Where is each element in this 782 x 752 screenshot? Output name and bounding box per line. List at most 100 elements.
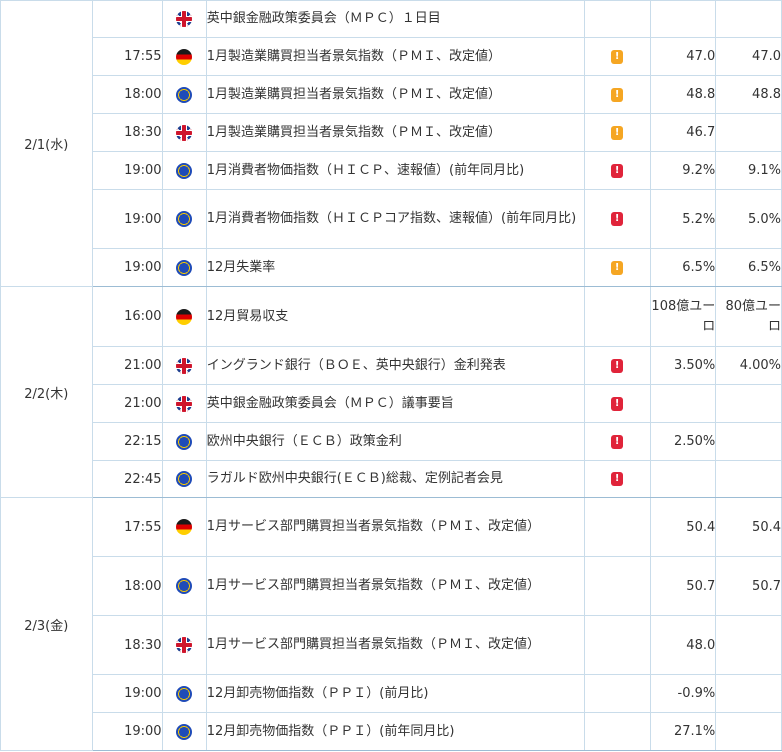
table-row: 2/1(水) 英中銀金融政策委員会（ＭＰＣ）１日目 bbox=[0, 0, 782, 287]
uk-flag-icon bbox=[176, 11, 193, 27]
forecast-value-cell: 80億ユーロ bbox=[715, 286, 782, 347]
country-flag-cell bbox=[161, 556, 207, 616]
high-importance-icon: ! bbox=[611, 358, 624, 373]
country-flag-cell bbox=[161, 674, 207, 713]
importance-cell: ! bbox=[583, 460, 651, 498]
previous-value-cell: 5.2% bbox=[649, 189, 717, 249]
high-importance-icon: ! bbox=[611, 163, 624, 178]
time-cell: 19:00 bbox=[91, 151, 163, 190]
forecast-value-cell bbox=[715, 615, 782, 675]
date-cell: 2/2(木) bbox=[0, 286, 93, 498]
table-row: 19:00 12月失業率! 6.5% 6.5% bbox=[1, 248, 782, 287]
time-cell: 19:00 bbox=[91, 674, 163, 713]
importance-cell bbox=[583, 615, 651, 675]
country-flag-cell bbox=[161, 248, 207, 287]
event-name-cell: 12月失業率 bbox=[205, 248, 585, 287]
previous-value-cell: 46.7 bbox=[649, 113, 717, 152]
germany-flag-icon bbox=[176, 519, 193, 535]
importance-cell bbox=[583, 556, 651, 616]
previous-value-cell bbox=[649, 0, 717, 38]
importance-cell: ! bbox=[583, 37, 651, 76]
importance-cell: ! bbox=[583, 113, 651, 152]
country-flag-cell bbox=[161, 151, 207, 190]
table-row: 18:30 1月製造業購買担当者景気指数（ＰＭＩ、改定値）! 46.7 bbox=[1, 113, 782, 152]
previous-value-cell: 50.4 bbox=[649, 497, 717, 557]
table-row: 22:45 ラガルド欧州中央銀行(ＥＣＢ)総裁、定例記者会見! bbox=[1, 460, 782, 498]
time-cell: 21:00 bbox=[91, 384, 163, 423]
table-row: 21:00 英中銀金融政策委員会（ＭＰＣ）議事要旨! bbox=[1, 384, 782, 423]
forecast-value-cell bbox=[715, 460, 782, 498]
event-name-cell: 1月製造業購買担当者景気指数（ＰＭＩ、改定値） bbox=[205, 113, 585, 152]
previous-value-cell: 3.50% bbox=[649, 346, 717, 385]
table-row: 18:00 1月製造業購買担当者景気指数（ＰＭＩ、改定値）! 48.8 48.8 bbox=[1, 75, 782, 114]
time-cell: 22:45 bbox=[91, 460, 163, 498]
importance-cell: ! bbox=[583, 422, 651, 461]
medium-importance-icon: ! bbox=[611, 125, 624, 140]
eu-flag-icon bbox=[176, 259, 193, 276]
event-name-cell: 1月消費者物価指数（ＨＩＣＰ、速報値）(前年同月比) bbox=[205, 151, 585, 190]
medium-importance-icon: ! bbox=[611, 87, 624, 102]
forecast-value-cell: 47.0 bbox=[715, 37, 782, 76]
time-cell: 19:00 bbox=[91, 712, 163, 751]
importance-cell: ! bbox=[583, 75, 651, 114]
country-flag-cell bbox=[161, 346, 207, 385]
time-cell: 17:55 bbox=[91, 37, 163, 76]
table-row: 19:00 1月消費者物価指数（ＨＩＣＰコア指数、速報値）(前年同月比)! 5.2%… bbox=[1, 189, 782, 249]
time-cell: 18:00 bbox=[91, 75, 163, 114]
forecast-value-cell bbox=[715, 384, 782, 423]
table-row: 22:15 欧州中央銀行（ＥＣＢ）政策金利! 2.50% bbox=[1, 422, 782, 461]
uk-flag-icon bbox=[176, 357, 193, 374]
event-name-cell: 欧州中央銀行（ＥＣＢ）政策金利 bbox=[205, 422, 585, 461]
previous-value-cell: 2.50% bbox=[649, 422, 717, 461]
event-name-cell: ラガルド欧州中央銀行(ＥＣＢ)総裁、定例記者会見 bbox=[205, 460, 585, 498]
importance-cell: ! bbox=[583, 346, 651, 385]
importance-cell: ! bbox=[583, 248, 651, 287]
forecast-value-cell: 4.00% bbox=[715, 346, 782, 385]
event-name-cell: 1月サービス部門購買担当者景気指数（ＰＭＩ、改定値） bbox=[205, 497, 585, 557]
time-cell bbox=[91, 0, 163, 38]
eu-flag-icon bbox=[176, 578, 193, 594]
table-row: 18:30 1月サービス部門購買担当者景気指数（ＰＭＩ、改定値） 48.0 bbox=[1, 615, 782, 675]
forecast-value-cell: 48.8 bbox=[715, 75, 782, 114]
eu-flag-icon bbox=[176, 86, 193, 103]
time-cell: 19:00 bbox=[91, 248, 163, 287]
importance-cell bbox=[583, 497, 651, 557]
high-importance-icon: ! bbox=[611, 434, 624, 449]
country-flag-cell bbox=[161, 422, 207, 461]
importance-cell bbox=[583, 0, 651, 38]
country-flag-cell bbox=[161, 384, 207, 423]
country-flag-cell bbox=[161, 615, 207, 675]
eu-flag-icon bbox=[176, 723, 193, 740]
time-cell: 18:30 bbox=[91, 113, 163, 152]
event-name-cell: 1月製造業購買担当者景気指数（ＰＭＩ、改定値） bbox=[205, 75, 585, 114]
previous-value-cell: -0.9% bbox=[649, 674, 717, 713]
importance-cell bbox=[583, 674, 651, 713]
table-row: 21:00 イングランド銀行（ＢＯＥ、英中央銀行）金利発表! 3.50% 4.00% bbox=[1, 346, 782, 385]
forecast-value-cell bbox=[715, 674, 782, 713]
germany-flag-icon bbox=[176, 48, 193, 65]
country-flag-cell bbox=[161, 189, 207, 249]
time-cell: 18:30 bbox=[91, 615, 163, 675]
table-row: 19:00 12月卸売物価指数（ＰＰＩ）(前年同月比) 27.1% bbox=[1, 712, 782, 751]
eu-flag-icon bbox=[176, 471, 193, 487]
forecast-value-cell: 50.7 bbox=[715, 556, 782, 616]
event-name-cell: 12月卸売物価指数（ＰＰＩ）(前月比) bbox=[205, 674, 585, 713]
previous-value-cell: 48.8 bbox=[649, 75, 717, 114]
forecast-value-cell: 50.4 bbox=[715, 497, 782, 557]
previous-value-cell: 48.0 bbox=[649, 615, 717, 675]
forecast-value-cell: 5.0% bbox=[715, 189, 782, 249]
event-name-cell: 英中銀金融政策委員会（ＭＰＣ）１日目 bbox=[205, 0, 585, 38]
economic-calendar-table: 2/1(水) 英中銀金融政策委員会（ＭＰＣ）１日目 17:55 1月製造業購買担当者景… bbox=[0, 0, 782, 751]
previous-value-cell: 6.5% bbox=[649, 248, 717, 287]
medium-importance-icon: ! bbox=[611, 49, 624, 64]
previous-value-cell: 27.1% bbox=[649, 712, 717, 751]
table-row: 2/2(木) 16:00 12月貿易収支 108億ユーロ 80億ユーロ bbox=[0, 286, 782, 498]
table-row: 19:00 1月消費者物価指数（ＨＩＣＰ、速報値）(前年同月比)! 9.2% 9.1% bbox=[1, 151, 782, 190]
event-name-cell: イングランド銀行（ＢＯＥ、英中央銀行）金利発表 bbox=[205, 346, 585, 385]
country-flag-cell bbox=[161, 460, 207, 498]
time-cell: 18:00 bbox=[91, 556, 163, 616]
time-cell: 16:00 bbox=[91, 286, 163, 347]
time-cell: 19:00 bbox=[91, 189, 163, 249]
event-name-cell: 1月サービス部門購買担当者景気指数（ＰＭＩ、改定値） bbox=[205, 615, 585, 675]
calendar-body: 2/1(水) 英中銀金融政策委員会（ＭＰＣ）１日目 17:55 1月製造業購買担当者景… bbox=[0, 0, 782, 751]
